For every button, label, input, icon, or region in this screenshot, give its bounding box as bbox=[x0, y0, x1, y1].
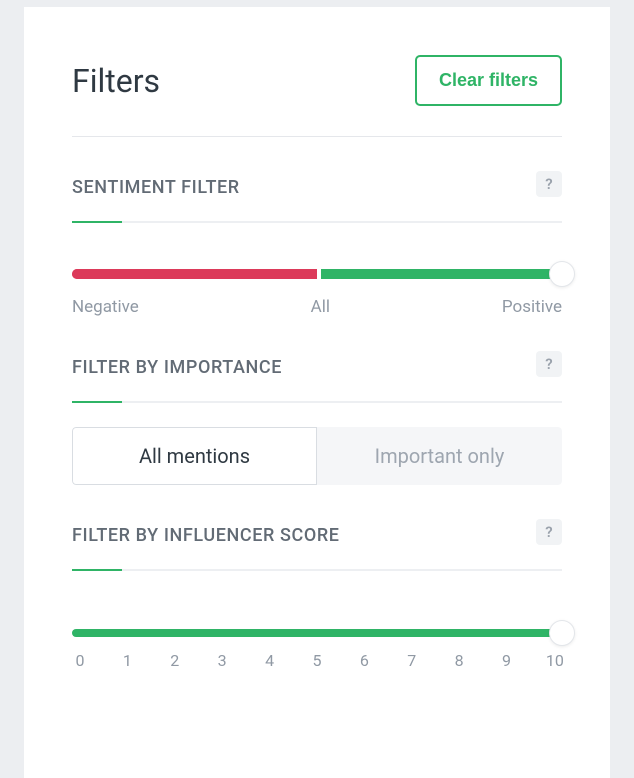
section-underline bbox=[72, 401, 562, 403]
influencer-track bbox=[72, 629, 562, 637]
section-header: FILTER BY IMPORTANCE ? bbox=[72, 357, 562, 383]
sentiment-track bbox=[72, 269, 562, 279]
influencer-tick-6: 6 bbox=[356, 651, 372, 670]
sentiment-slider[interactable]: Negative All Positive bbox=[72, 269, 562, 317]
sentiment-label-all: All bbox=[311, 297, 330, 317]
sentiment-labels: Negative All Positive bbox=[72, 297, 562, 317]
help-icon[interactable]: ? bbox=[536, 519, 562, 545]
filters-panel: Filters Clear filters SENTIMENT FILTER ?… bbox=[24, 7, 610, 778]
influencer-tick-7: 7 bbox=[404, 651, 420, 670]
sentiment-positive-region bbox=[321, 269, 562, 279]
panel-header: Filters Clear filters bbox=[72, 55, 562, 137]
importance-section-title: FILTER BY IMPORTANCE bbox=[72, 357, 282, 378]
influencer-tick-3: 3 bbox=[214, 651, 230, 670]
influencer-section: FILTER BY INFLUENCER SCORE ? 0 1 2 3 4 5 6 7 8 9 1… bbox=[72, 525, 562, 670]
influencer-tick-5: 5 bbox=[309, 651, 325, 670]
section-header: SENTIMENT FILTER ? bbox=[72, 177, 562, 203]
influencer-ticks: 0 1 2 3 4 5 6 7 8 9 10 bbox=[72, 651, 562, 670]
clear-filters-button[interactable]: Clear filters bbox=[415, 55, 562, 106]
influencer-tick-1: 1 bbox=[119, 651, 135, 670]
influencer-slider[interactable]: 0 1 2 3 4 5 6 7 8 9 10 bbox=[72, 629, 562, 670]
panel-title: Filters bbox=[72, 62, 160, 100]
importance-section: FILTER BY IMPORTANCE ? All mentions Impo… bbox=[72, 357, 562, 485]
section-underline bbox=[72, 221, 562, 223]
influencer-tick-4: 4 bbox=[262, 651, 278, 670]
influencer-tick-2: 2 bbox=[167, 651, 183, 670]
influencer-tick-0: 0 bbox=[72, 651, 88, 670]
influencer-tick-8: 8 bbox=[451, 651, 467, 670]
sentiment-slider-handle[interactable] bbox=[549, 261, 575, 287]
importance-toggle: All mentions Important only bbox=[72, 427, 562, 485]
sentiment-negative-region bbox=[72, 269, 317, 279]
help-icon[interactable]: ? bbox=[536, 351, 562, 377]
sentiment-section: SENTIMENT FILTER ? Negative All Positive bbox=[72, 177, 562, 317]
sentiment-label-negative: Negative bbox=[72, 297, 139, 317]
importance-option-all[interactable]: All mentions bbox=[72, 427, 317, 485]
help-icon[interactable]: ? bbox=[536, 171, 562, 197]
influencer-section-title: FILTER BY INFLUENCER SCORE bbox=[72, 525, 340, 546]
influencer-tick-9: 9 bbox=[499, 651, 515, 670]
sentiment-label-positive: Positive bbox=[502, 297, 562, 317]
influencer-slider-handle[interactable] bbox=[549, 620, 575, 646]
influencer-tick-10: 10 bbox=[546, 651, 562, 670]
importance-option-important[interactable]: Important only bbox=[317, 427, 562, 485]
section-header: FILTER BY INFLUENCER SCORE ? bbox=[72, 525, 562, 551]
sentiment-section-title: SENTIMENT FILTER bbox=[72, 177, 240, 198]
section-underline bbox=[72, 569, 562, 571]
